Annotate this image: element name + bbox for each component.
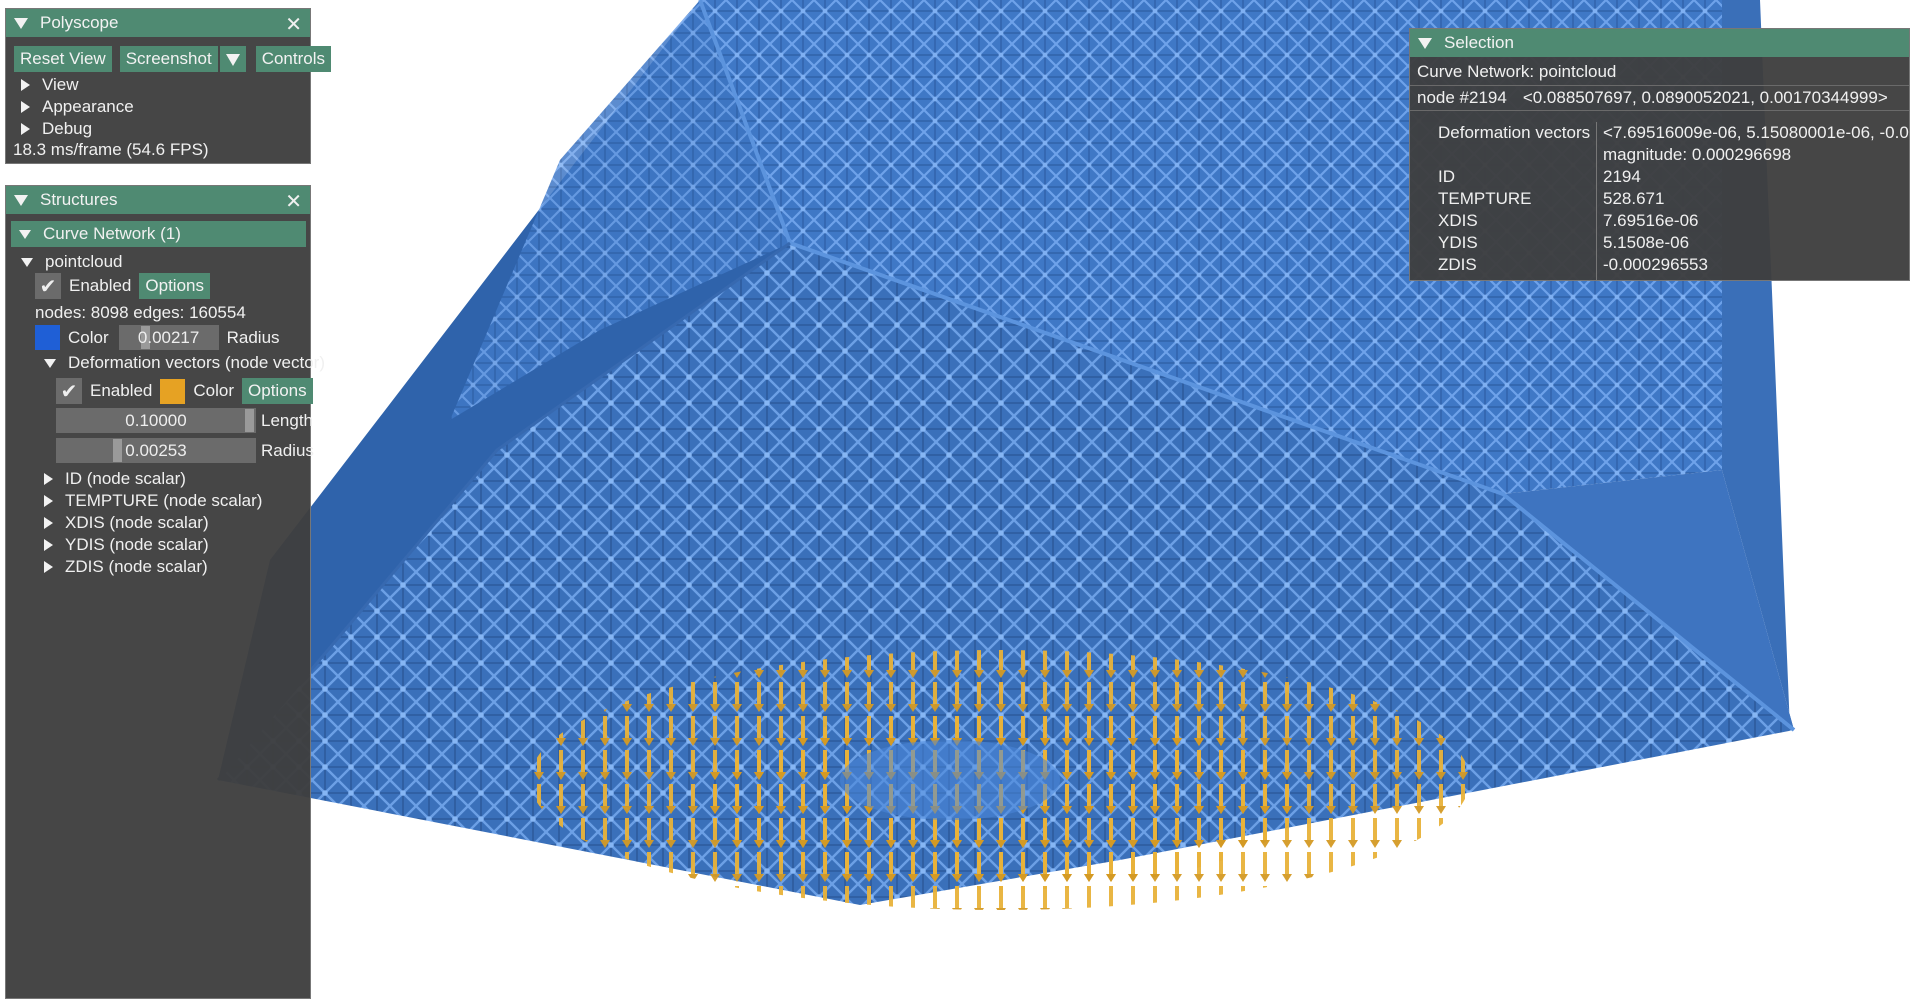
row-value: 5.1508e-06 [1603, 233, 1690, 252]
panel-title: Polyscope [40, 13, 119, 32]
quantity-tempture[interactable]: TEMPTURE (node scalar) [44, 491, 262, 511]
structures-panel: Structures ✕ Curve Network (1) pointclou… [5, 185, 325, 999]
row-key: Deformation vectors [1438, 123, 1591, 142]
slider-value: 0.00217 [137, 328, 200, 347]
quantity-label: TEMPTURE (node scalar) [65, 491, 263, 510]
panel-title: Selection [1444, 33, 1514, 52]
menu-label: View [42, 75, 79, 94]
vector-quantity-label: Deformation vectors (node vector) [68, 353, 325, 372]
expand-triangle-icon [44, 495, 53, 507]
row-value: 7.69516e-06 [1603, 211, 1699, 230]
divider [1410, 85, 1909, 86]
selection-panel-header[interactable]: Selection [1410, 29, 1909, 57]
close-icon[interactable]: ✕ [285, 189, 302, 214]
controls-button[interactable]: Controls [255, 46, 331, 72]
quantity-label: YDIS (node scalar) [65, 535, 209, 554]
column-divider [1596, 122, 1597, 280]
quantity-id[interactable]: ID (node scalar) [44, 469, 186, 489]
menu-label: Debug [42, 119, 93, 138]
selected-structure: Curve Network: pointcloud [1417, 62, 1617, 81]
collapse-triangle-icon [44, 358, 56, 368]
slider-grab[interactable] [245, 409, 254, 432]
expand-triangle-icon [21, 101, 30, 113]
row-value: <7.69516009e-06, 5.15080001e-06, -0.0002 [1603, 123, 1910, 142]
polyscope-panel-header[interactable]: Polyscope ✕ [6, 9, 310, 37]
row-value: 2194 [1603, 167, 1641, 186]
quantity-label: XDIS (node scalar) [65, 513, 209, 532]
quantity-ydis[interactable]: YDIS (node scalar) [44, 535, 209, 555]
vector-color-swatch[interactable] [160, 378, 186, 404]
collapse-triangle-icon[interactable] [14, 194, 28, 206]
length-slider[interactable]: 0.10000 [56, 408, 256, 433]
expand-triangle-icon [44, 473, 53, 485]
quantity-zdis[interactable]: ZDIS (node scalar) [44, 557, 208, 577]
enabled-label: Enabled [90, 381, 153, 400]
collapse-triangle-icon [21, 257, 33, 267]
selected-node: node #2194 [1417, 88, 1507, 107]
color-label: Color [68, 327, 109, 347]
row-value: 528.671 [1603, 189, 1665, 208]
divider [1410, 110, 1909, 111]
slider-grab[interactable] [113, 439, 122, 462]
collapse-triangle-icon[interactable] [14, 17, 28, 29]
expand-triangle-icon [44, 561, 53, 573]
radius-label: Radius [226, 327, 280, 347]
structure-label: pointcloud [45, 252, 123, 271]
radius-slider[interactable]: 0.00217 [118, 325, 219, 350]
options-button[interactable]: Options [139, 273, 210, 299]
fps-readout: 18.3 ms/frame (54.6 FPS) [13, 140, 209, 159]
expand-triangle-icon [21, 123, 30, 135]
curve-network-group[interactable]: Curve Network (1) [11, 221, 306, 247]
collapse-triangle-icon [19, 229, 31, 239]
screenshot-dropdown-button[interactable] [219, 46, 246, 72]
expand-triangle-icon [21, 79, 30, 91]
menu-view[interactable]: View [21, 75, 79, 95]
row-key: XDIS [1438, 211, 1478, 230]
enabled-label: Enabled [69, 276, 132, 295]
structure-pointcloud[interactable]: pointcloud [21, 252, 123, 272]
row-value: magnitude: 0.000296698 [1603, 145, 1792, 164]
vector-enabled-checkbox[interactable]: ✔ [56, 378, 82, 404]
vector-options-button[interactable]: Options [242, 378, 313, 404]
polyscope-panel: Polyscope ✕ Reset View Screenshot Contro… [5, 8, 331, 164]
group-label: Curve Network (1) [43, 224, 181, 243]
structures-panel-header[interactable]: Structures ✕ [6, 186, 310, 214]
row-key: YDIS [1438, 233, 1478, 252]
curve-color-swatch[interactable] [35, 325, 60, 350]
length-label: Length [261, 410, 313, 430]
quantity-label: ID (node scalar) [65, 469, 186, 488]
selection-panel: Selection Curve Network: pointcloud node… [1409, 28, 1910, 281]
row-value: -0.000296553 [1603, 255, 1708, 274]
radius-label: Radius [261, 440, 314, 460]
quantity-label: ZDIS (node scalar) [65, 557, 208, 576]
node-coords: <0.088507697, 0.0890052021, 0.0017034499… [1522, 88, 1888, 107]
close-icon[interactable]: ✕ [285, 12, 302, 37]
menu-debug[interactable]: Debug [21, 119, 92, 139]
chevron-down-icon [225, 53, 240, 66]
panel-title: Structures [40, 190, 118, 209]
vector-quantity[interactable]: Deformation vectors (node vector) [44, 353, 325, 373]
structure-stats: nodes: 8098 edges: 160554 [35, 303, 246, 322]
expand-triangle-icon [44, 517, 53, 529]
row-key: TEMPTURE [1438, 189, 1532, 208]
enabled-checkbox[interactable]: ✔ [35, 273, 61, 299]
slider-value: 0.00253 [125, 441, 187, 460]
vector-radius-slider[interactable]: 0.00253 [56, 438, 256, 463]
color-label: Color [193, 381, 235, 400]
collapse-triangle-icon[interactable] [1418, 37, 1432, 49]
row-key: ZDIS [1438, 255, 1477, 274]
screenshot-button[interactable]: Screenshot [119, 46, 218, 72]
quantity-xdis[interactable]: XDIS (node scalar) [44, 513, 209, 533]
row-key: ID [1438, 167, 1455, 186]
slider-value: 0.10000 [125, 411, 187, 430]
expand-triangle-icon [44, 539, 53, 551]
menu-appearance[interactable]: Appearance [21, 97, 134, 117]
reset-view-button[interactable]: Reset View [14, 46, 112, 72]
menu-label: Appearance [42, 97, 134, 116]
